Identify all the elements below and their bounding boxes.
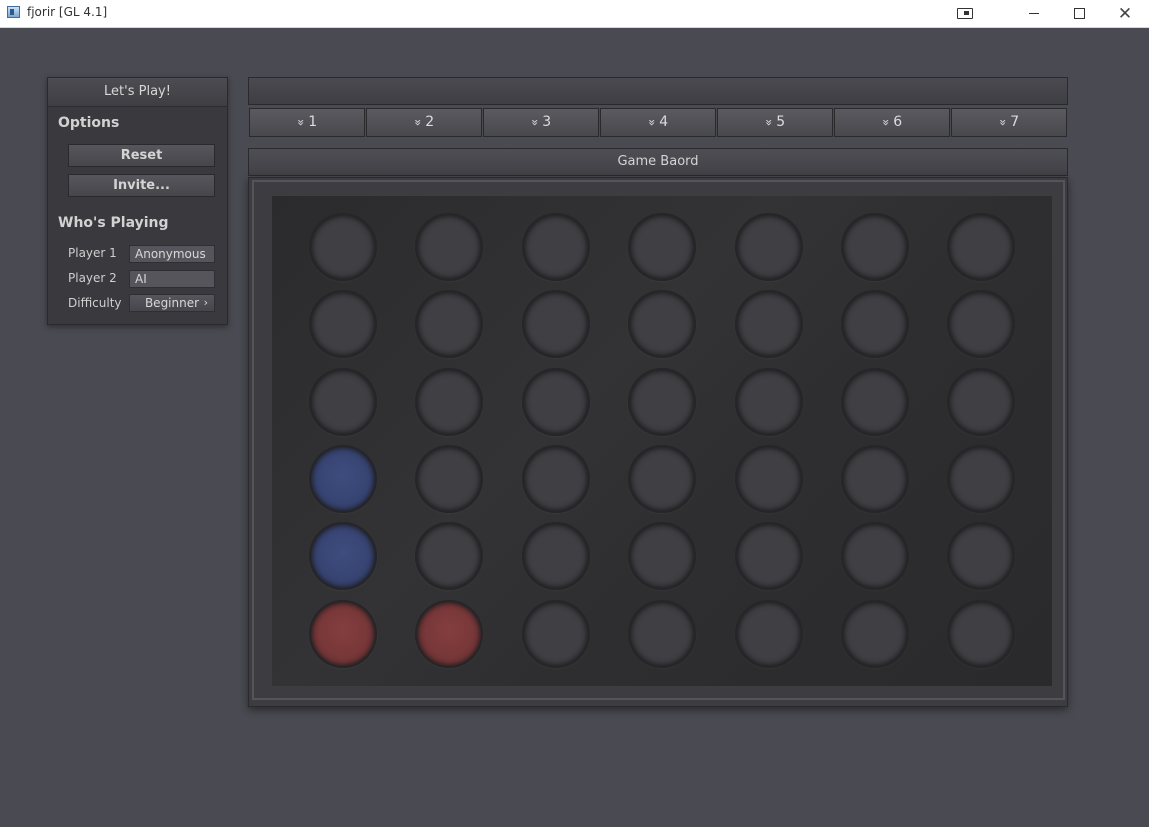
- board-slot[interactable]: [947, 368, 1015, 436]
- double-chevron-down-icon: »: [411, 118, 426, 127]
- lets-play-panel: Let's Play! Options Reset Invite... Who'…: [47, 77, 228, 325]
- board-slot[interactable]: [841, 600, 909, 668]
- double-chevron-down-icon: »: [528, 118, 543, 127]
- double-chevron-down-icon: »: [762, 118, 777, 127]
- options-title: Options: [58, 115, 120, 131]
- board-slot[interactable]: [522, 290, 590, 358]
- close-button[interactable]: ✕: [1102, 0, 1148, 27]
- board-slot[interactable]: [415, 445, 483, 513]
- minimize-button[interactable]: [1011, 0, 1057, 27]
- board-slot[interactable]: [735, 522, 803, 590]
- board-slot[interactable]: [522, 600, 590, 668]
- double-chevron-down-icon: »: [645, 118, 660, 127]
- board-slot[interactable]: [628, 445, 696, 513]
- board-slot[interactable]: [947, 290, 1015, 358]
- double-chevron-down-icon: »: [294, 118, 309, 127]
- board-slot[interactable]: [947, 445, 1015, 513]
- board-slot[interactable]: [415, 368, 483, 436]
- board-slot[interactable]: [735, 600, 803, 668]
- difficulty-label: Difficulty: [68, 296, 122, 310]
- game-board: [272, 196, 1052, 686]
- player2-field[interactable]: AI: [129, 270, 215, 288]
- difficulty-value: Beginner: [144, 296, 200, 310]
- board-slot[interactable]: [947, 600, 1015, 668]
- board-slot[interactable]: [841, 290, 909, 358]
- maximize-icon: [1073, 8, 1085, 19]
- board-slot[interactable]: [522, 213, 590, 281]
- reset-button[interactable]: Reset: [68, 144, 215, 167]
- board-slot[interactable]: [309, 290, 377, 358]
- drop-column-5-button[interactable]: »5: [717, 108, 833, 137]
- blue-piece[interactable]: [309, 522, 377, 590]
- player1-field[interactable]: Anonymous: [129, 245, 215, 263]
- board-slot[interactable]: [841, 522, 909, 590]
- window-mode-icon[interactable]: [942, 0, 988, 27]
- minimize-icon: [1029, 13, 1039, 14]
- board-slot[interactable]: [309, 368, 377, 436]
- chevron-right-icon: ›: [203, 296, 208, 309]
- drop-column-2-button[interactable]: »2: [366, 108, 482, 137]
- blue-piece[interactable]: [309, 445, 377, 513]
- panel-header: Let's Play!: [48, 78, 227, 107]
- board-slot[interactable]: [841, 213, 909, 281]
- top-strip: [248, 77, 1068, 105]
- whos-playing-title: Who's Playing: [58, 215, 169, 231]
- board-slot[interactable]: [735, 213, 803, 281]
- drop-column-3-button[interactable]: »3: [483, 108, 599, 137]
- difficulty-select[interactable]: Beginner ›: [129, 294, 215, 312]
- window-title: fjorir [GL 4.1]: [27, 5, 108, 19]
- drop-column-6-button[interactable]: »6: [834, 108, 950, 137]
- drop-column-1-button[interactable]: »1: [249, 108, 365, 137]
- board-slot[interactable]: [628, 522, 696, 590]
- board-slot[interactable]: [735, 368, 803, 436]
- board-slot[interactable]: [522, 522, 590, 590]
- board-slot[interactable]: [415, 213, 483, 281]
- board-slot[interactable]: [628, 368, 696, 436]
- board-slot[interactable]: [628, 213, 696, 281]
- board-slot[interactable]: [735, 290, 803, 358]
- board-slot[interactable]: [947, 522, 1015, 590]
- drop-column-7-button[interactable]: »7: [951, 108, 1067, 137]
- player1-label: Player 1: [68, 246, 117, 260]
- player2-label: Player 2: [68, 271, 117, 285]
- double-chevron-down-icon: »: [996, 118, 1011, 127]
- board-slot[interactable]: [841, 445, 909, 513]
- game-board-title: Game Baord: [248, 148, 1068, 176]
- board-slot[interactable]: [841, 368, 909, 436]
- title-bar: fjorir [GL 4.1] ✕: [0, 0, 1149, 28]
- board-slot[interactable]: [415, 290, 483, 358]
- board-slot[interactable]: [735, 445, 803, 513]
- drop-column-4-button[interactable]: »4: [600, 108, 716, 137]
- maximize-button[interactable]: [1056, 0, 1102, 27]
- board-slot[interactable]: [309, 213, 377, 281]
- invite-button[interactable]: Invite...: [68, 174, 215, 197]
- board-slot[interactable]: [522, 368, 590, 436]
- red-piece[interactable]: [309, 600, 377, 668]
- app-icon: [7, 6, 20, 18]
- red-piece[interactable]: [415, 600, 483, 668]
- board-slot[interactable]: [947, 213, 1015, 281]
- board-slot[interactable]: [522, 445, 590, 513]
- board-slot[interactable]: [415, 522, 483, 590]
- board-slot[interactable]: [628, 600, 696, 668]
- board-slot[interactable]: [628, 290, 696, 358]
- double-chevron-down-icon: »: [879, 118, 894, 127]
